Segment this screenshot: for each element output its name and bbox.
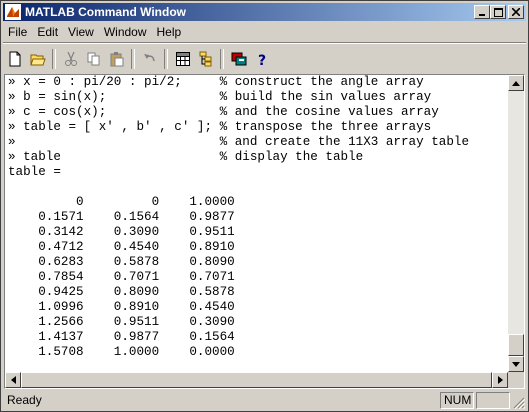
toolbar: ?	[3, 45, 273, 73]
console-line: 1.0996 0.8910 0.4540	[8, 300, 235, 314]
toolbar-separator	[220, 49, 224, 69]
num-lock-label: NUM	[444, 393, 472, 407]
console-line: » table % display the table	[8, 150, 364, 164]
open-folder-icon	[29, 54, 46, 66]
up-arrow-icon	[512, 80, 520, 86]
status-empty-pane	[476, 392, 510, 409]
status-bar: Ready NUM	[3, 391, 526, 410]
help-icon: ?	[257, 53, 265, 67]
status-text: Ready	[7, 393, 42, 407]
new-file-button[interactable]	[3, 48, 26, 70]
minimize-button[interactable]	[474, 5, 490, 19]
workspace-browser-icon	[175, 52, 190, 66]
minimize-icon	[479, 14, 485, 16]
vertical-scrollbar[interactable]	[508, 75, 524, 372]
maximize-button[interactable]	[490, 5, 506, 19]
copy-icon	[87, 52, 99, 66]
console-line: » x = 0 : pi/20 : pi/2; % construct the …	[8, 75, 424, 89]
menu-edit-label: Edit	[37, 25, 59, 39]
console-line: 0 0 1.0000	[8, 195, 235, 209]
scrollbar-corner	[508, 372, 524, 388]
down-arrow-icon	[512, 361, 520, 367]
simulink-icon	[231, 52, 246, 66]
menu-file[interactable]: File	[3, 23, 32, 41]
menu-edit[interactable]: Edit	[32, 23, 63, 41]
matlab-logo-icon	[5, 4, 21, 20]
window-title: MATLAB Command Window	[25, 5, 186, 19]
open-file-button[interactable]	[26, 48, 49, 70]
menu-view-label: View	[68, 25, 94, 39]
console-line: 0.7854 0.7071 0.7071	[8, 270, 235, 284]
matlab-command-window: MATLAB Command Window File Edit View Win…	[0, 0, 529, 412]
console-line: » table = [ x' , b' , c' ]; % transpose …	[8, 120, 432, 134]
workspace-browser-button[interactable]	[171, 48, 194, 70]
toolbar-separator	[131, 49, 135, 69]
horizontal-scrollbar[interactable]	[5, 372, 508, 388]
cut-icon	[64, 51, 77, 66]
console-line: 1.4137 0.9877 0.1564	[8, 330, 235, 344]
scroll-down-button[interactable]	[508, 356, 524, 372]
menu-divider	[3, 42, 526, 44]
console-line: 0.3142 0.3090 0.9511	[8, 225, 235, 239]
status-num-indicator: NUM	[440, 392, 474, 409]
menu-window[interactable]: Window	[99, 23, 152, 41]
console-line: 0.9425 0.8090 0.5878	[8, 285, 235, 299]
scroll-right-button[interactable]	[492, 372, 508, 388]
close-button[interactable]	[508, 5, 524, 19]
console-line: 0.1571 0.1564 0.9877	[8, 210, 235, 224]
simulink-button[interactable]	[227, 48, 250, 70]
left-arrow-icon	[10, 376, 16, 384]
horizontal-scroll-thumb[interactable]	[21, 372, 492, 388]
svg-text:?: ?	[257, 53, 265, 67]
console-line: 0.6283 0.5878 0.8090	[8, 255, 235, 269]
resize-grip-icon[interactable]	[513, 397, 525, 409]
scroll-left-button[interactable]	[5, 372, 21, 388]
menu-bar: File Edit View Window Help	[3, 23, 186, 41]
path-browser-button[interactable]	[194, 48, 217, 70]
title-bar[interactable]: MATLAB Command Window	[3, 3, 526, 21]
paste-button[interactable]	[105, 48, 128, 70]
copy-button[interactable]	[82, 48, 105, 70]
console-line: 1.5708 1.0000 0.0000	[8, 345, 235, 359]
undo-button[interactable]	[138, 48, 161, 70]
menu-file-label: File	[8, 25, 28, 39]
console-line: 0.4712 0.4540 0.8910	[8, 240, 235, 254]
console-line: » c = cos(x); % and the cosine values ar…	[8, 105, 439, 119]
new-file-icon	[9, 51, 20, 67]
path-browser-icon	[199, 51, 211, 67]
console-line: 1.2566 0.9511 0.3090	[8, 315, 235, 329]
vertical-scroll-thumb[interactable]	[508, 334, 524, 356]
toolbar-separator	[164, 49, 168, 69]
maximize-icon	[493, 7, 503, 17]
scroll-up-button[interactable]	[508, 75, 524, 91]
console-line: table =	[8, 165, 61, 179]
menu-view[interactable]: View	[63, 23, 99, 41]
undo-icon	[143, 54, 155, 62]
menu-help-label: Help	[156, 25, 182, 39]
toolbar-separator	[52, 49, 56, 69]
cut-button[interactable]	[59, 48, 82, 70]
close-icon	[512, 8, 520, 16]
menu-window-label: Window	[103, 25, 147, 39]
status-message-pane: Ready	[3, 392, 437, 409]
console-line: » b = sin(x); % build the sin values arr…	[8, 90, 432, 104]
help-button[interactable]: ?	[250, 48, 273, 70]
command-window-pane[interactable]: » x = 0 : pi/20 : pi/2; % construct the …	[4, 74, 525, 389]
paste-icon	[110, 52, 123, 67]
command-output[interactable]: » x = 0 : pi/20 : pi/2; % construct the …	[8, 75, 508, 371]
console-line: » % and create the 11X3 array table	[8, 135, 470, 149]
menu-help[interactable]: Help	[152, 23, 187, 41]
right-arrow-icon	[497, 376, 503, 384]
